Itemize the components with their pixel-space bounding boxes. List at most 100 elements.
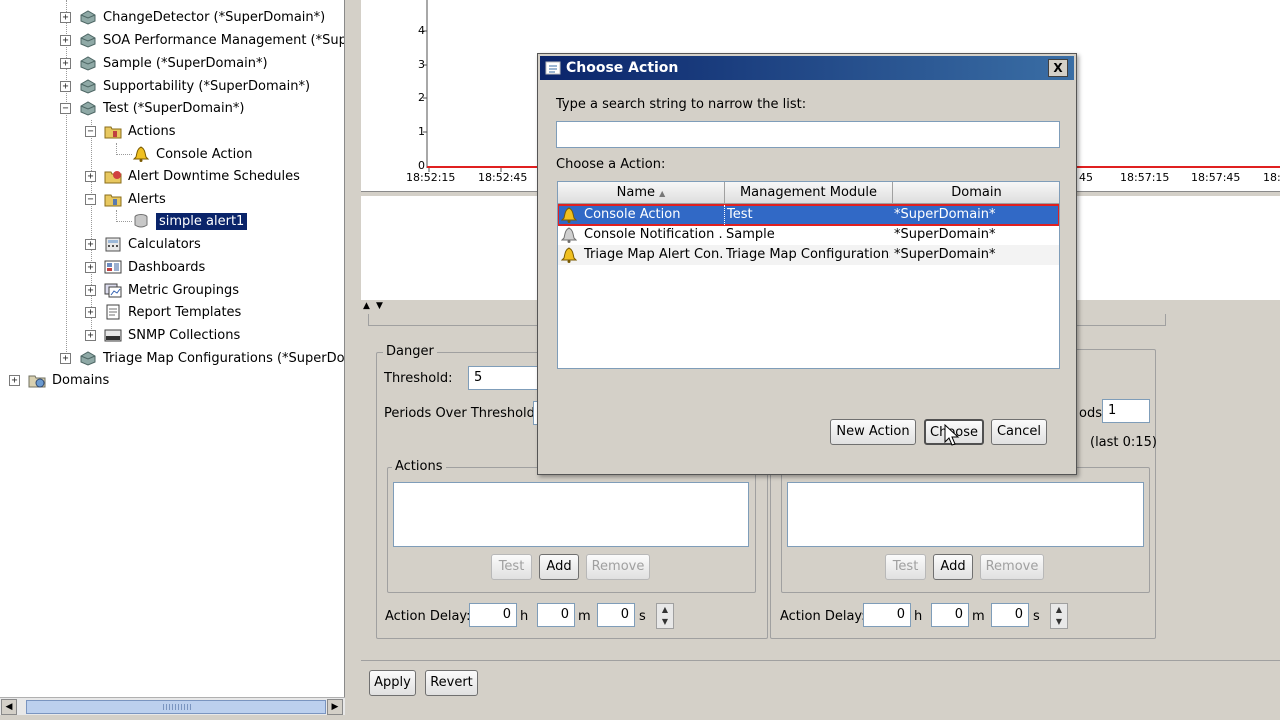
tree-item-simple-alert1[interactable]: simple alert1 xyxy=(132,210,248,232)
calculator-icon xyxy=(104,236,122,252)
cell-domain: *SuperDomain* xyxy=(894,207,996,222)
cell-name: Console Notification ... xyxy=(584,227,723,242)
caution-delay-seconds-input[interactable]: 0 xyxy=(991,603,1029,627)
tree-horizontal-scrollbar[interactable]: ◀ ▶ xyxy=(0,697,345,715)
hours-unit: h xyxy=(520,609,529,624)
caution-delay-hours-input[interactable]: 0 xyxy=(863,603,911,627)
navigation-tree: + ChangeDetector (*SuperDomain*) + SOA P… xyxy=(0,0,345,697)
caution-test-button[interactable]: Test xyxy=(885,554,926,580)
footer-bar xyxy=(361,660,1280,704)
tree-item-label: ChangeDetector (*SuperDomain*) xyxy=(103,9,326,25)
tree-item-label: Actions xyxy=(128,123,176,139)
tree-item-alerts[interactable]: − Alerts xyxy=(85,188,166,210)
collapse-icon[interactable]: − xyxy=(60,102,71,114)
split-up-icon[interactable]: ▲ xyxy=(363,301,370,311)
revert-button[interactable]: Revert xyxy=(425,670,478,696)
collapse-icon[interactable]: − xyxy=(85,193,96,205)
spin-up-icon[interactable]: ▲ xyxy=(1051,604,1067,616)
split-down-icon[interactable]: ▼ xyxy=(376,301,383,311)
tree-item-label: Triage Map Configurations (*SuperDom xyxy=(103,350,345,366)
spin-up-icon[interactable]: ▲ xyxy=(657,604,673,616)
danger-add-button[interactable]: Add xyxy=(539,554,579,580)
tree-item-actions[interactable]: − Actions xyxy=(85,120,176,142)
expand-icon[interactable]: + xyxy=(85,306,96,318)
folder-icon xyxy=(104,168,122,184)
danger-actions-list[interactable] xyxy=(393,482,749,547)
table-row[interactable]: Triage Map Alert Con... Triage Map Confi… xyxy=(558,245,1059,265)
caution-actions-list[interactable] xyxy=(787,482,1144,547)
tree-item-triage-map[interactable]: + Triage Map Configurations (*SuperDom xyxy=(60,347,345,369)
tree-item-metric-groupings[interactable]: + Metric Groupings xyxy=(85,279,239,301)
module-icon xyxy=(79,350,97,366)
expand-icon[interactable]: + xyxy=(60,57,71,69)
y-tick-label: 2 xyxy=(418,91,425,104)
seconds-unit: s xyxy=(1033,609,1040,624)
snmp-icon xyxy=(104,327,122,343)
cell-name: Console Action xyxy=(584,207,681,222)
delay-spinner[interactable]: ▲ ▼ xyxy=(656,603,674,629)
expand-icon[interactable]: + xyxy=(85,261,96,273)
expand-icon[interactable]: + xyxy=(85,284,96,296)
tree-item-snmp-collections[interactable]: + SNMP Collections xyxy=(85,324,240,346)
tree-item-changedetector[interactable]: + ChangeDetector (*SuperDomain*) xyxy=(60,6,325,28)
danger-group-title: Danger xyxy=(383,344,437,359)
caution-add-button[interactable]: Add xyxy=(933,554,973,580)
danger-remove-button[interactable]: Remove xyxy=(586,554,650,580)
expand-icon[interactable]: + xyxy=(60,11,71,23)
minutes-unit: m xyxy=(578,609,591,624)
caution-action-delay-label: Action Delay: xyxy=(780,609,866,624)
expand-icon[interactable]: + xyxy=(85,329,96,341)
tree-item-supportability[interactable]: + Supportability (*SuperDomain*) xyxy=(60,75,310,97)
apply-button[interactable]: Apply xyxy=(369,670,416,696)
y-tick-label: 1 xyxy=(418,125,425,138)
column-header-name[interactable]: Name ▲ xyxy=(558,182,725,204)
tree-item-domains[interactable]: + Domains xyxy=(9,369,109,391)
tree-item-label: Test (*SuperDomain*) xyxy=(103,100,245,116)
cell-module: Test xyxy=(724,205,890,225)
expand-icon[interactable]: + xyxy=(9,374,20,386)
tree-item-calculators[interactable]: + Calculators xyxy=(85,233,201,255)
tree-item-test[interactable]: − Test (*SuperDomain*) xyxy=(60,97,244,119)
caution-remove-button[interactable]: Remove xyxy=(980,554,1044,580)
danger-test-button[interactable]: Test xyxy=(491,554,532,580)
spin-down-icon[interactable]: ▼ xyxy=(1051,616,1067,628)
tree-item-console-action[interactable]: Console Action xyxy=(132,143,252,165)
delay-hours-input[interactable]: 0 xyxy=(469,603,517,627)
tree-item-label: Metric Groupings xyxy=(128,282,240,298)
caution-delay-minutes-input[interactable]: 0 xyxy=(931,603,969,627)
search-input[interactable] xyxy=(556,121,1060,148)
actions-group-title: Actions xyxy=(392,459,446,474)
scroll-thumb[interactable] xyxy=(26,700,326,714)
new-action-button[interactable]: New Action xyxy=(830,419,916,445)
tree-item-sample[interactable]: + Sample (*SuperDomain*) xyxy=(60,52,268,74)
cancel-button[interactable]: Cancel xyxy=(991,419,1047,445)
expand-icon[interactable]: + xyxy=(60,80,71,92)
delay-seconds-input[interactable]: 0 xyxy=(597,603,635,627)
metric-grouping-icon xyxy=(104,282,122,298)
tree-item-report-templates[interactable]: + Report Templates xyxy=(85,301,241,323)
column-header-module[interactable]: Management Module xyxy=(725,182,893,204)
table-row[interactable]: Console Action Test *SuperDomain* xyxy=(558,204,1059,226)
caution-delay-spinner[interactable]: ▲ ▼ xyxy=(1050,603,1068,629)
scroll-right-icon[interactable]: ▶ xyxy=(327,699,343,715)
expand-icon[interactable]: + xyxy=(60,34,71,46)
caution-periods-input[interactable]: 1 xyxy=(1102,399,1150,423)
table-row[interactable]: Console Notification ... Sample *SuperDo… xyxy=(558,225,1059,245)
expand-icon[interactable]: + xyxy=(85,238,96,250)
tree-item-soa-performance[interactable]: + SOA Performance Management (*Super xyxy=(60,29,344,51)
collapse-icon[interactable]: − xyxy=(85,125,96,137)
expand-icon[interactable]: + xyxy=(60,352,71,364)
report-icon xyxy=(104,304,122,320)
x-tick-label: 18: xyxy=(1263,171,1280,184)
tree-item-dashboards[interactable]: + Dashboards xyxy=(85,256,205,278)
expand-icon[interactable]: + xyxy=(85,170,96,182)
dialog-titlebar[interactable]: Choose Action X xyxy=(540,56,1074,80)
column-header-domain[interactable]: Domain xyxy=(893,182,1059,204)
threshold-input[interactable]: 5 xyxy=(468,366,540,390)
close-icon[interactable]: X xyxy=(1048,59,1068,77)
tree-item-label: Dashboards xyxy=(128,259,206,275)
scroll-left-icon[interactable]: ◀ xyxy=(1,699,17,715)
spin-down-icon[interactable]: ▼ xyxy=(657,616,673,628)
delay-minutes-input[interactable]: 0 xyxy=(537,603,575,627)
tree-item-alert-downtime[interactable]: + Alert Downtime Schedules xyxy=(85,165,300,187)
